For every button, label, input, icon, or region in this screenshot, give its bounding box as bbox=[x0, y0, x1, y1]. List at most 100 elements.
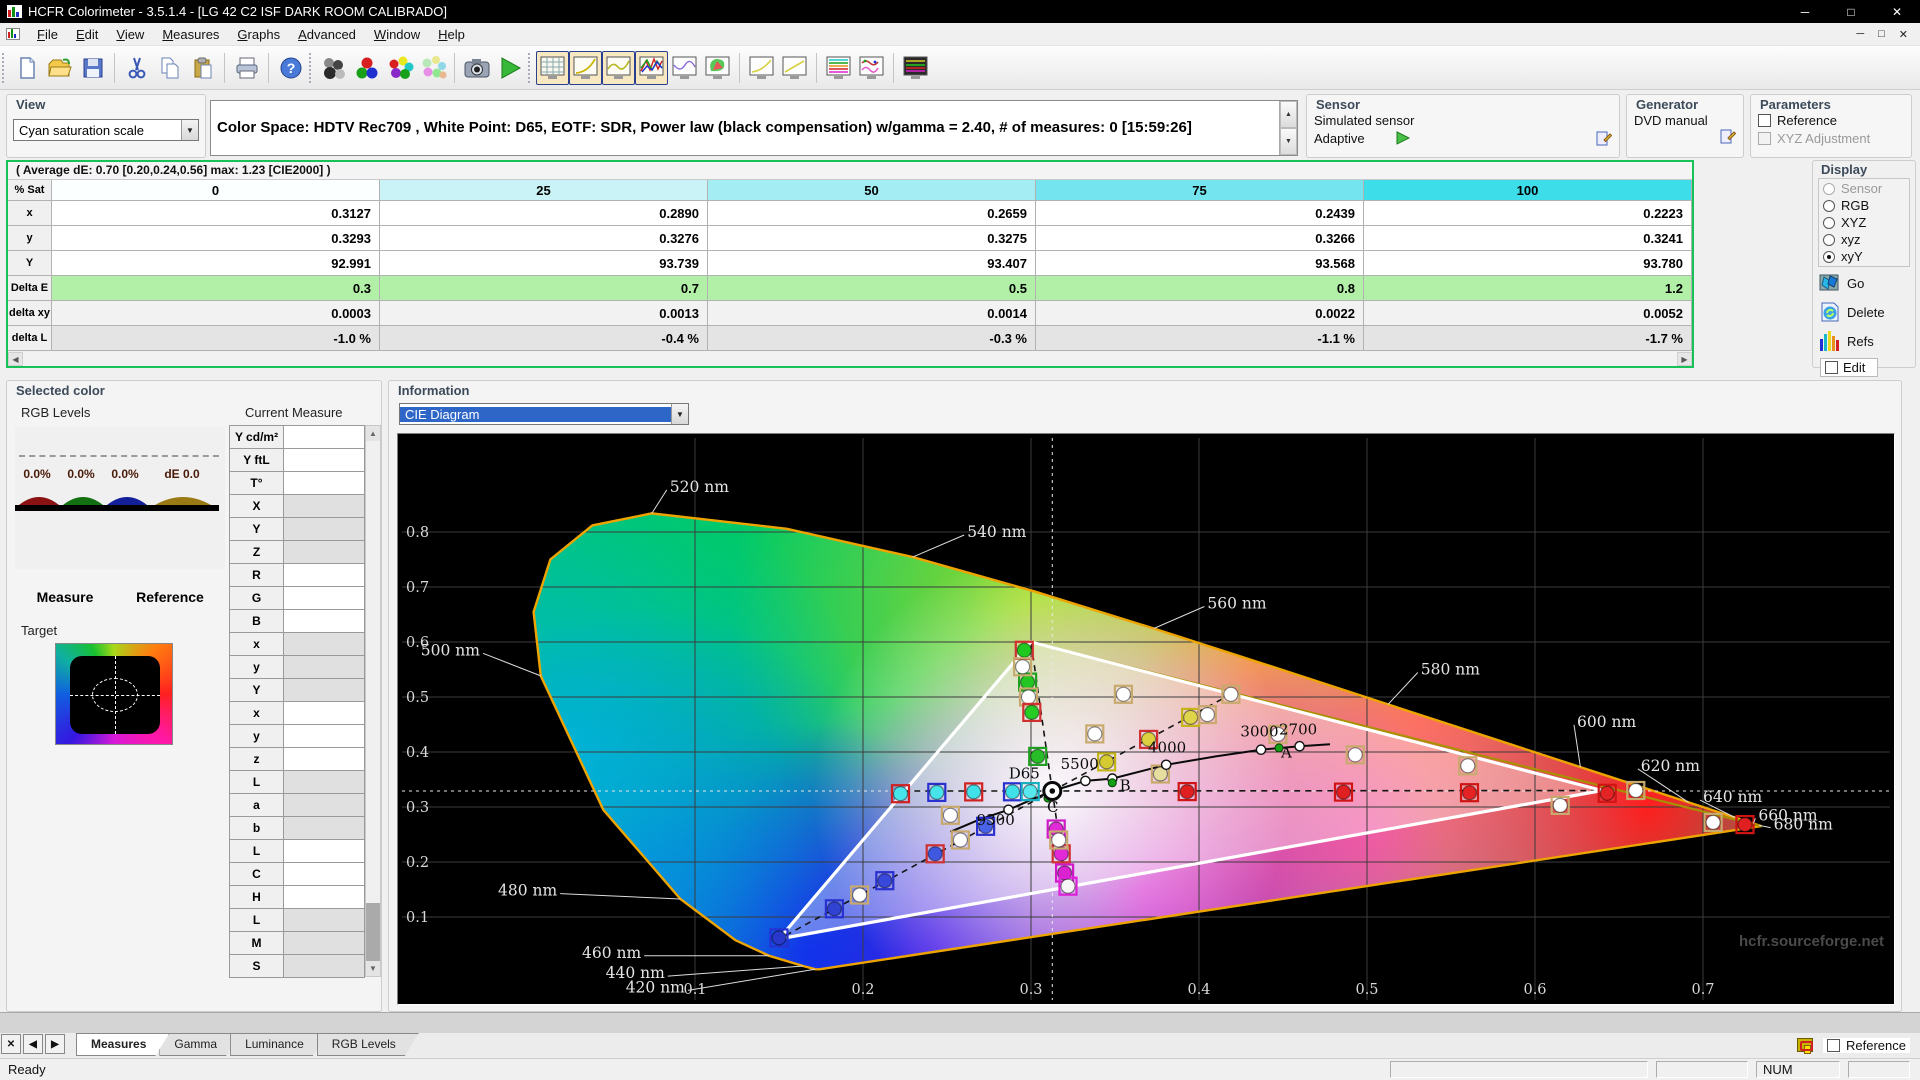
measures-col-header[interactable]: 0 bbox=[52, 180, 380, 201]
copy-button[interactable] bbox=[153, 51, 186, 85]
measures-value[interactable]: 93.407 bbox=[708, 251, 1036, 276]
primaries-measure-button[interactable] bbox=[350, 51, 383, 85]
view-tracking-curve-button[interactable] bbox=[668, 51, 701, 85]
all-colors-measure-button[interactable] bbox=[416, 51, 449, 85]
view-multi-lines-button[interactable] bbox=[822, 51, 855, 85]
edit-checkbox[interactable]: Edit bbox=[1820, 358, 1878, 377]
scroll-right-icon[interactable]: ▶ bbox=[1677, 352, 1692, 366]
tab-rgb-levels[interactable]: RGB Levels bbox=[317, 1033, 419, 1056]
maximize-button[interactable]: □ bbox=[1828, 0, 1874, 23]
view-color-curves-button[interactable] bbox=[855, 51, 888, 85]
help-button[interactable]: ? bbox=[274, 51, 307, 85]
reference-checkbox-box[interactable] bbox=[1758, 114, 1771, 127]
measures-value[interactable]: 0.3127 bbox=[52, 201, 380, 226]
measures-col-header[interactable]: 75 bbox=[1036, 180, 1364, 201]
measures-value[interactable]: 93.568 bbox=[1036, 251, 1364, 276]
view-luminance-curve-button[interactable] bbox=[602, 50, 635, 85]
measures-value[interactable]: 93.780 bbox=[1364, 251, 1692, 276]
measures-value[interactable]: 0.3241 bbox=[1364, 226, 1692, 251]
measures-value[interactable]: 0.0014 bbox=[708, 301, 1036, 326]
menu-window[interactable]: Window bbox=[365, 24, 429, 45]
bottom-reference-checkbox[interactable]: Reference bbox=[1823, 1037, 1910, 1053]
measures-value[interactable]: 0.7 bbox=[380, 276, 708, 301]
measures-hscrollbar[interactable]: ◀ ▶ bbox=[8, 352, 1692, 366]
view-gamma-curve-button[interactable] bbox=[569, 50, 602, 85]
generator-edit-icon[interactable] bbox=[1719, 128, 1736, 144]
measures-value[interactable]: 1.2 bbox=[1364, 276, 1692, 301]
measures-value[interactable]: 0.3276 bbox=[380, 226, 708, 251]
refs-button[interactable]: Refs bbox=[1818, 328, 1910, 354]
mdi-minimize-icon[interactable]: ─ bbox=[1856, 28, 1864, 41]
measures-value[interactable]: -0.4 % bbox=[380, 326, 708, 351]
secondaries-measure-button[interactable] bbox=[383, 51, 416, 85]
paste-button[interactable] bbox=[186, 51, 219, 85]
measures-value[interactable]: 0.2659 bbox=[708, 201, 1036, 226]
measures-value[interactable]: 93.739 bbox=[380, 251, 708, 276]
tab-measures[interactable]: Measures bbox=[76, 1033, 169, 1056]
measures-col-header[interactable]: 100 bbox=[1364, 180, 1692, 201]
edit-colors-icon[interactable] bbox=[1797, 1038, 1814, 1054]
view-selector[interactable]: Cyan saturation scale ▼ bbox=[13, 119, 199, 141]
chevron-down-icon[interactable]: ▼ bbox=[181, 120, 198, 140]
menu-file[interactable]: File bbox=[28, 24, 67, 45]
measures-value[interactable]: -1.0 % bbox=[52, 326, 380, 351]
cut-button[interactable] bbox=[120, 51, 153, 85]
minimize-button[interactable]: ─ bbox=[1782, 0, 1828, 23]
measures-value[interactable]: 0.3266 bbox=[1036, 226, 1364, 251]
tab-scroll-left-button[interactable]: ◀ bbox=[23, 1034, 43, 1054]
measures-value[interactable]: -1.7 % bbox=[1364, 326, 1692, 351]
close-button[interactable]: ✕ bbox=[1874, 0, 1920, 23]
view-measures-grid-button[interactable] bbox=[536, 50, 569, 85]
menu-measures[interactable]: Measures bbox=[153, 24, 228, 45]
run-measure-button[interactable] bbox=[493, 51, 526, 85]
capture-camera-button[interactable] bbox=[460, 51, 493, 85]
display-radio-xyy[interactable]: xyY bbox=[1823, 248, 1905, 265]
measures-value[interactable]: 0.2439 bbox=[1036, 201, 1364, 226]
tab-gamma[interactable]: Gamma bbox=[159, 1033, 240, 1056]
menu-advanced[interactable]: Advanced bbox=[289, 24, 365, 45]
menu-graphs[interactable]: Graphs bbox=[228, 24, 289, 45]
display-radio-xyz[interactable]: xyz bbox=[1823, 231, 1905, 248]
display-radio-xyz[interactable]: XYZ bbox=[1823, 214, 1905, 231]
display-radio-rgb[interactable]: RGB bbox=[1823, 197, 1905, 214]
info-spinner[interactable]: ▲ ▼ bbox=[1279, 101, 1297, 155]
tab-close-button[interactable]: ✕ bbox=[1, 1034, 21, 1054]
measures-value[interactable]: 0.0013 bbox=[380, 301, 708, 326]
measures-value[interactable]: 0.3293 bbox=[52, 226, 380, 251]
scrollbar-thumb[interactable] bbox=[366, 903, 380, 961]
measures-value[interactable]: -0.3 % bbox=[708, 326, 1036, 351]
mdi-close-icon[interactable]: ✕ bbox=[1899, 28, 1908, 41]
measures-value[interactable]: 92.991 bbox=[52, 251, 380, 276]
menu-edit[interactable]: Edit bbox=[67, 24, 107, 45]
menu-view[interactable]: View bbox=[107, 24, 153, 45]
measures-value[interactable]: 0.0052 bbox=[1364, 301, 1692, 326]
measures-value[interactable]: 0.5 bbox=[708, 276, 1036, 301]
view-rgb-histogram-button[interactable] bbox=[635, 50, 668, 85]
measures-value[interactable]: 0.0022 bbox=[1036, 301, 1364, 326]
scroll-up-icon[interactable]: ▲ bbox=[366, 426, 380, 441]
reference-checkbox[interactable]: Reference bbox=[1758, 113, 1837, 128]
new-document-button[interactable] bbox=[10, 51, 43, 85]
tab-luminance[interactable]: Luminance bbox=[230, 1033, 327, 1056]
measures-grid[interactable]: % Sat 0 25 50 75 100 x 0.3127 0.2890 0.2659 0.2439… bbox=[8, 180, 1692, 351]
view-curve-b-button[interactable] bbox=[778, 51, 811, 85]
mdi-restore-icon[interactable]: □ bbox=[1878, 28, 1885, 41]
information-selector[interactable]: CIE Diagram ▼ bbox=[399, 403, 689, 425]
delete-button[interactable]: Delete bbox=[1818, 299, 1910, 325]
save-button[interactable] bbox=[76, 51, 109, 85]
grayscale-measure-button[interactable] bbox=[317, 51, 350, 85]
measures-value[interactable]: 0.0003 bbox=[52, 301, 380, 326]
chevron-down-icon[interactable]: ▼ bbox=[671, 404, 688, 424]
print-button[interactable] bbox=[230, 51, 263, 85]
open-folder-button[interactable] bbox=[43, 51, 76, 85]
tab-scroll-right-button[interactable]: ▶ bbox=[45, 1034, 65, 1054]
sensor-run-icon[interactable] bbox=[1395, 131, 1411, 145]
view-cie-diagram-button[interactable] bbox=[701, 51, 734, 85]
measures-value[interactable]: 0.2223 bbox=[1364, 201, 1692, 226]
scroll-down-icon[interactable]: ▼ bbox=[366, 961, 380, 976]
measures-value[interactable]: 0.3 bbox=[52, 276, 380, 301]
measures-value[interactable]: 0.3275 bbox=[708, 226, 1036, 251]
view-curve-a-button[interactable] bbox=[745, 51, 778, 85]
measures-value[interactable]: 0.2890 bbox=[380, 201, 708, 226]
view-dark-screen-button[interactable] bbox=[899, 51, 932, 85]
